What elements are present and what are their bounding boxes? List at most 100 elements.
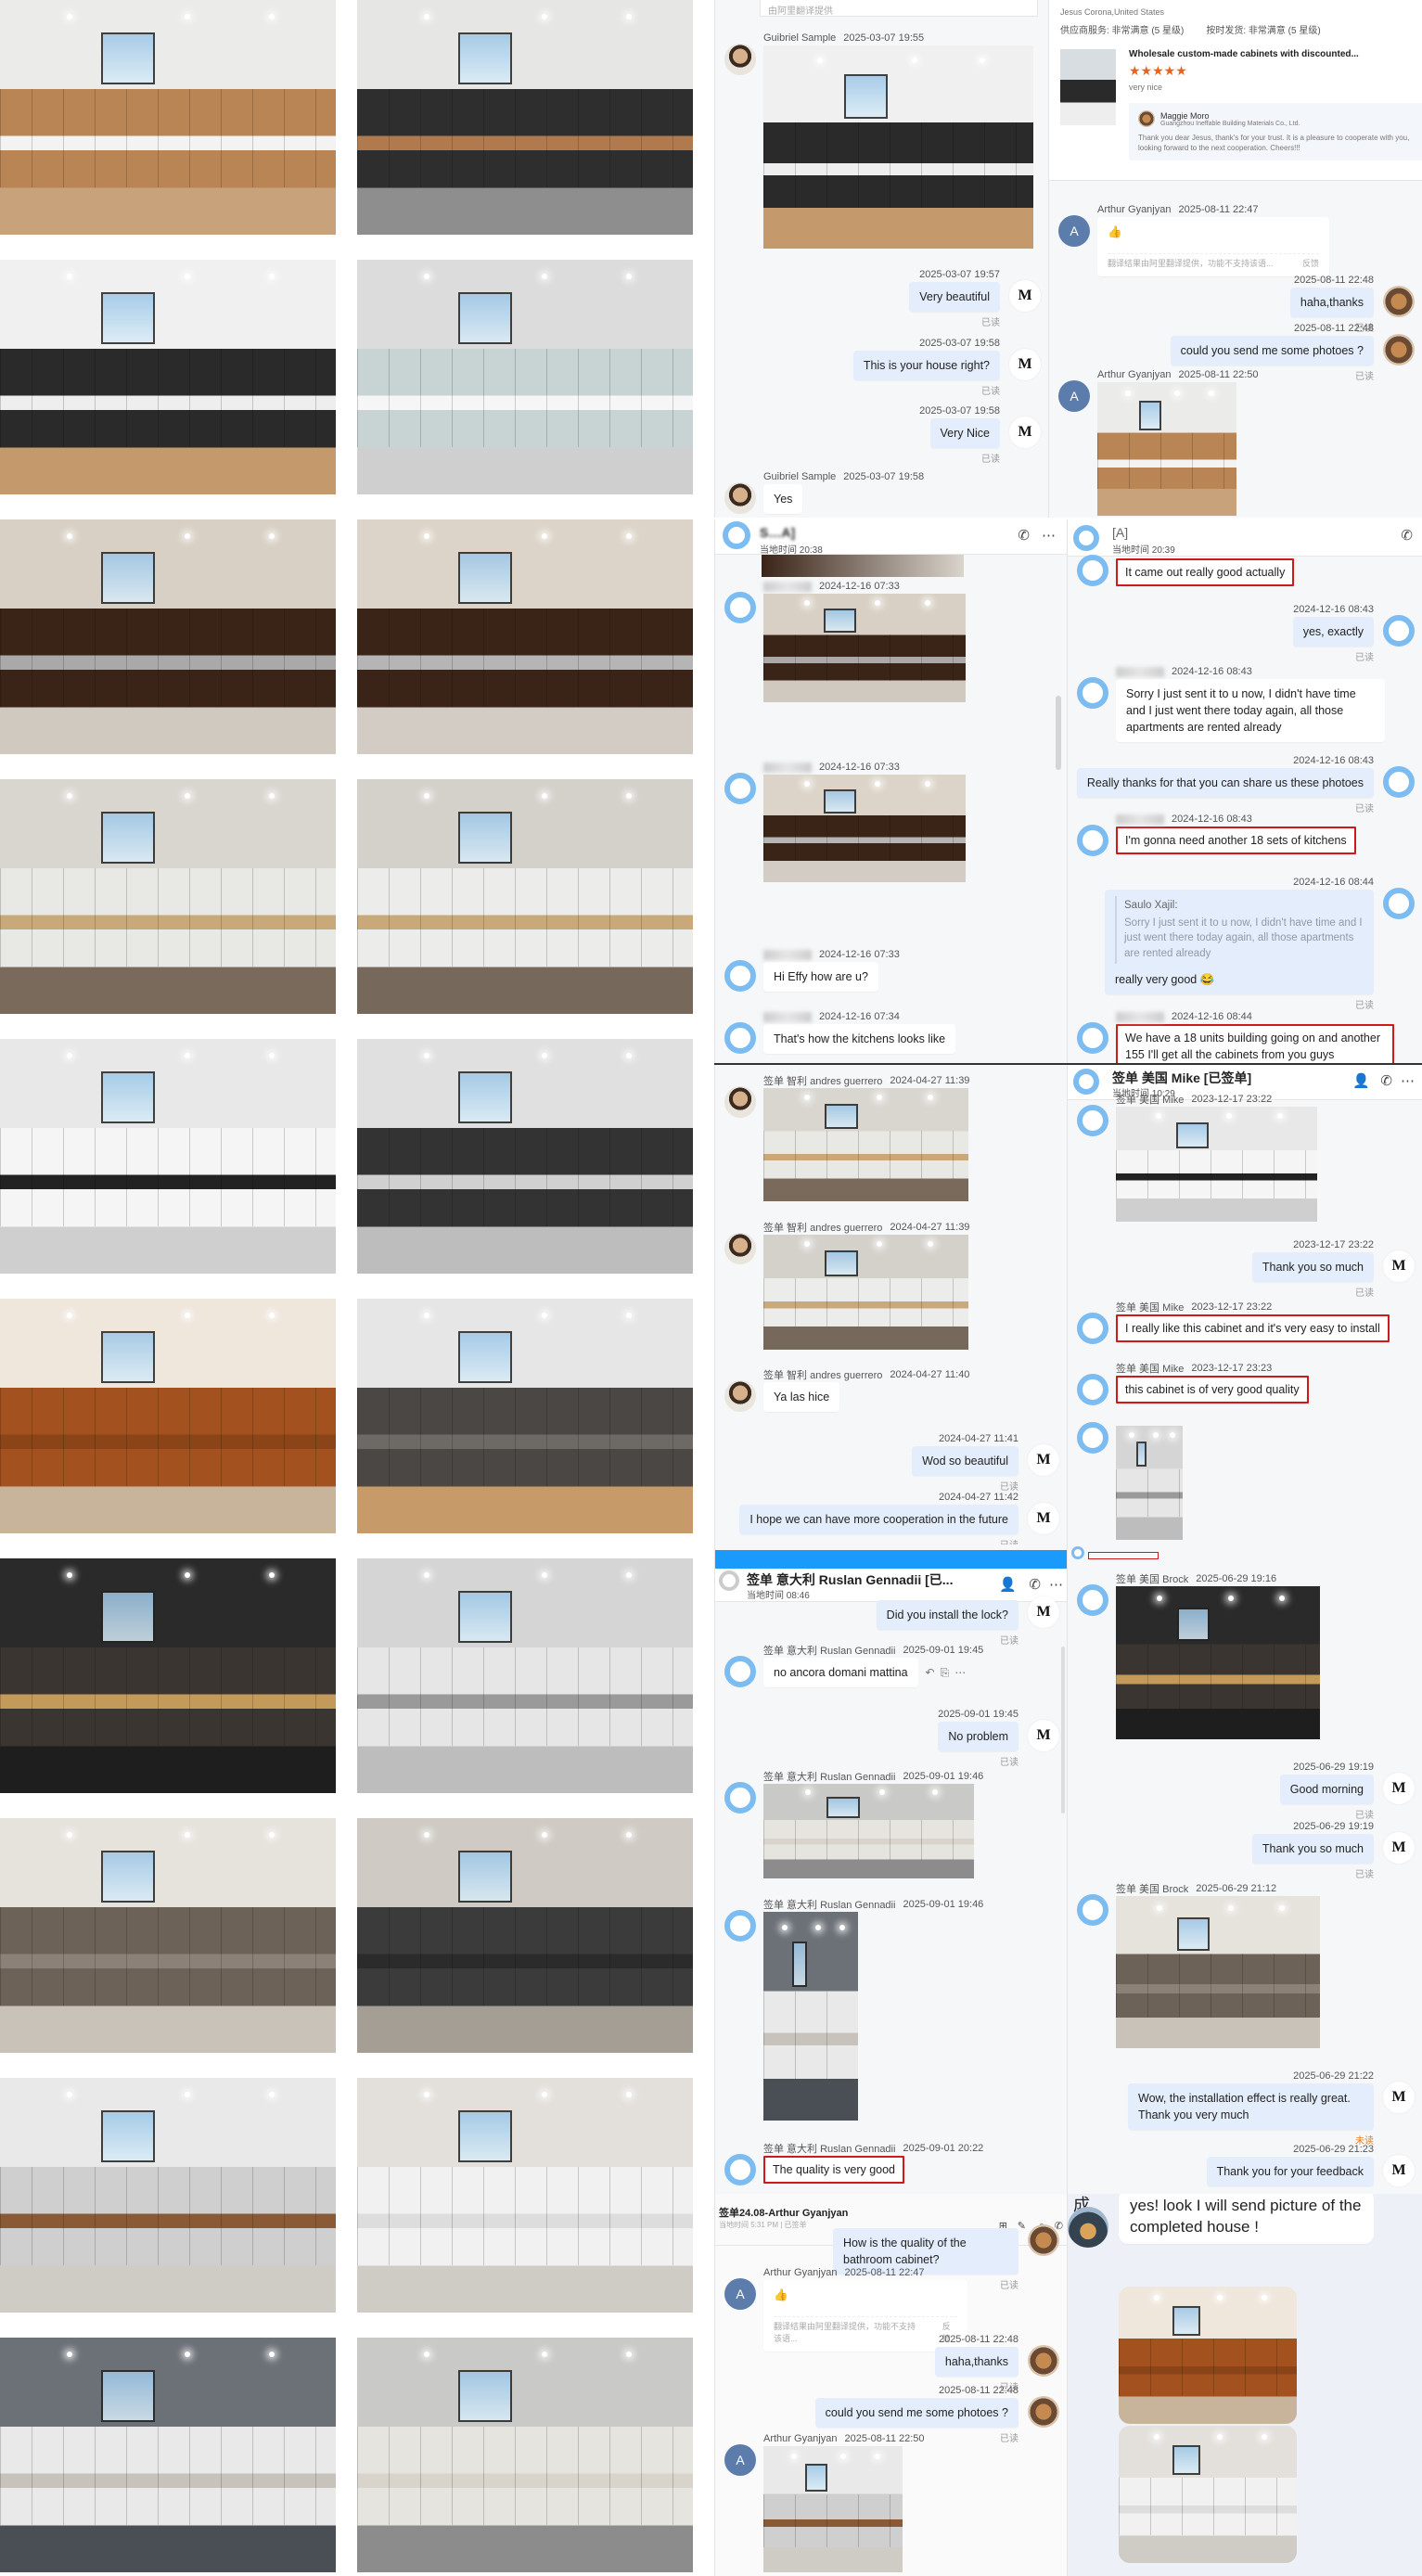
user-avatar[interactable] — [1077, 677, 1108, 709]
user-avatar[interactable] — [1077, 1584, 1108, 1616]
user-avatar[interactable] — [724, 960, 756, 992]
project-photo[interactable] — [357, 2338, 693, 2572]
project-photo[interactable] — [357, 260, 693, 494]
chat-photo[interactable] — [763, 1784, 974, 1878]
user-avatar[interactable] — [724, 2154, 756, 2185]
chat-photo[interactable] — [763, 1088, 968, 1201]
user-avatar[interactable] — [1077, 1313, 1108, 1344]
project-photo[interactable] — [0, 1039, 336, 1274]
reply-icon[interactable]: ↶ — [926, 1666, 935, 1680]
user-avatar[interactable] — [1383, 286, 1415, 317]
project-photo[interactable] — [0, 2078, 336, 2313]
chat-photo[interactable] — [1116, 1896, 1320, 2048]
user-avatar[interactable]: A — [724, 2444, 756, 2476]
user-avatar[interactable]: A — [724, 2278, 756, 2310]
project-photo[interactable] — [357, 519, 693, 754]
product-title[interactable]: Wholesale custom-made cabinets with disc… — [1129, 49, 1422, 59]
user-avatar[interactable] — [1077, 825, 1108, 856]
project-photo[interactable] — [0, 1558, 336, 1793]
user-avatar[interactable] — [724, 1910, 756, 1942]
translate-icon[interactable]: ⎘ — [941, 1666, 950, 1680]
project-photo[interactable] — [0, 779, 336, 1014]
project-photo[interactable] — [357, 0, 693, 235]
company-logo-avatar[interactable]: M — [1383, 2082, 1415, 2113]
user-avatar[interactable] — [1077, 555, 1108, 586]
project-photo[interactable] — [357, 1818, 693, 2053]
product-thumbnail[interactable] — [1060, 49, 1116, 125]
project-photo[interactable] — [357, 1299, 693, 1533]
company-logo-avatar[interactable]: M — [1028, 1503, 1059, 1534]
chat-photo[interactable] — [763, 45, 1033, 249]
chat-photo[interactable] — [1119, 2426, 1297, 2563]
user-avatar[interactable]: A — [1058, 380, 1090, 412]
add-contact-icon[interactable]: 👤 — [1352, 1072, 1370, 1089]
user-avatar[interactable] — [724, 1782, 756, 1813]
more-icon[interactable]: ⋯ — [1401, 1072, 1415, 1089]
add-contact-icon[interactable]: 👤 — [999, 1576, 1017, 1593]
chat-photo-partial[interactable] — [762, 555, 964, 577]
company-logo-avatar[interactable]: M — [1028, 1596, 1059, 1628]
project-photo[interactable] — [0, 260, 336, 494]
chat-photo[interactable] — [1119, 2287, 1297, 2424]
user-avatar[interactable] — [724, 1022, 756, 1054]
chat-photo[interactable] — [1116, 1426, 1183, 1540]
project-photo[interactable] — [0, 2338, 336, 2572]
project-photo[interactable] — [0, 0, 336, 235]
project-photo[interactable] — [357, 779, 693, 1014]
chat-photo[interactable] — [763, 2446, 903, 2572]
company-logo-avatar[interactable]: M — [1009, 280, 1041, 312]
user-avatar[interactable] — [724, 592, 756, 623]
company-logo-avatar[interactable]: M — [1028, 1444, 1059, 1476]
project-photo[interactable] — [357, 1558, 693, 1793]
user-avatar[interactable] — [1028, 2224, 1059, 2256]
feedback-link[interactable]: 反馈 — [1302, 258, 1319, 270]
chat-photo[interactable] — [763, 1912, 858, 2121]
company-logo-avatar[interactable]: M — [1383, 2155, 1415, 2186]
user-avatar[interactable] — [1383, 334, 1415, 365]
user-avatar[interactable] — [724, 1380, 756, 1412]
user-avatar[interactable] — [724, 1086, 756, 1118]
user-avatar[interactable] — [1077, 1422, 1108, 1454]
company-logo-avatar[interactable]: M — [1009, 349, 1041, 380]
project-photo[interactable] — [0, 519, 336, 754]
chat-photo[interactable] — [1116, 1107, 1317, 1222]
chat-photo[interactable] — [1097, 382, 1236, 516]
user-avatar[interactable] — [1077, 1105, 1108, 1136]
more-icon[interactable]: ⋯ — [1049, 1576, 1063, 1593]
user-avatar[interactable] — [1028, 2345, 1059, 2377]
company-logo-avatar[interactable]: M — [1028, 1720, 1059, 1751]
user-avatar[interactable] — [1077, 1374, 1108, 1405]
user-avatar[interactable] — [1077, 1894, 1108, 1926]
chat-photo[interactable] — [763, 775, 966, 882]
user-avatar[interactable] — [1077, 1022, 1108, 1054]
user-avatar[interactable]: A — [1058, 215, 1090, 247]
phone-icon[interactable]: ✆ — [1401, 527, 1413, 544]
more-icon[interactable]: ⋯ — [1042, 527, 1056, 544]
project-photo[interactable] — [0, 1299, 336, 1533]
scrollbar[interactable] — [1056, 696, 1061, 770]
project-photo[interactable] — [357, 2078, 693, 2313]
user-avatar[interactable] — [724, 44, 756, 75]
user-avatar[interactable] — [724, 1233, 756, 1264]
company-logo-avatar[interactable]: M — [1383, 1250, 1415, 1282]
user-avatar[interactable] — [724, 1656, 756, 1687]
user-avatar[interactable] — [1028, 2396, 1059, 2428]
phone-icon[interactable]: ✆ — [1029, 1576, 1041, 1593]
phone-icon[interactable]: ✆ — [1380, 1072, 1392, 1089]
user-avatar[interactable] — [724, 773, 756, 804]
company-logo-avatar[interactable]: M — [1009, 417, 1041, 448]
more-icon[interactable]: ⋯ — [954, 1666, 966, 1680]
phone-icon[interactable]: ✆ — [1018, 527, 1030, 544]
user-avatar[interactable] — [1383, 766, 1415, 798]
user-avatar[interactable] — [1383, 615, 1415, 647]
chat-photo[interactable] — [763, 594, 966, 702]
company-logo-avatar[interactable]: M — [1383, 1773, 1415, 1804]
ceiling-light — [878, 1789, 885, 1796]
project-photo[interactable] — [357, 1039, 693, 1274]
project-photo[interactable] — [0, 1818, 336, 2053]
chat-photo[interactable] — [1116, 1586, 1320, 1739]
user-avatar[interactable] — [1383, 888, 1415, 919]
chat-photo[interactable] — [763, 1235, 968, 1350]
company-logo-avatar[interactable]: M — [1383, 1832, 1415, 1864]
user-avatar[interactable] — [724, 482, 756, 514]
